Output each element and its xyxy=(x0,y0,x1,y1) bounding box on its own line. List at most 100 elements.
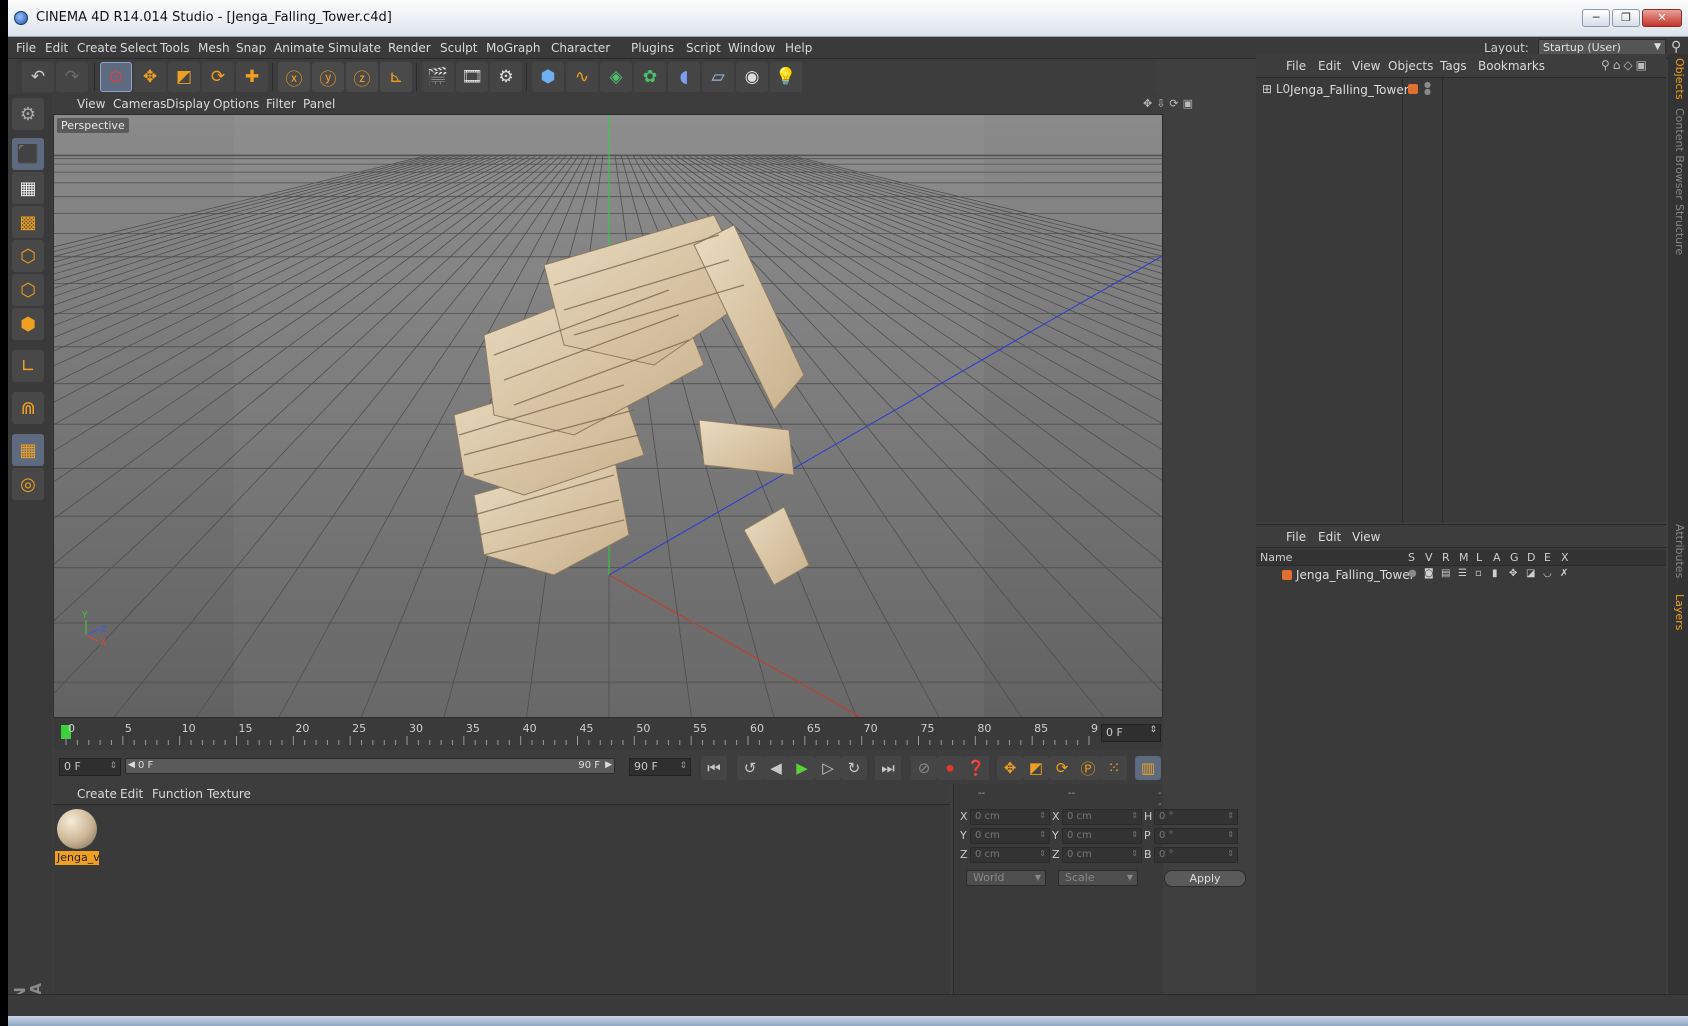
motion-record-icon[interactable]: ⊘ xyxy=(911,756,937,780)
apply-button[interactable]: Apply xyxy=(1164,870,1246,887)
minimize-button[interactable]: ─ xyxy=(1582,9,1610,27)
generators-toggle-icon[interactable]: ✥ xyxy=(1509,568,1517,579)
position-z-field[interactable]: 0 cm ⇕ xyxy=(970,847,1050,863)
go-to-end-icon[interactable]: ⏭ xyxy=(875,756,901,780)
search-icon[interactable]: ⚲ xyxy=(1671,39,1681,55)
restore-button[interactable]: ❐ xyxy=(1612,9,1640,27)
menu-script[interactable]: Script xyxy=(686,41,721,55)
viewport-menu-display[interactable]: Display xyxy=(166,97,210,111)
undo-icon[interactable]: ↶ xyxy=(22,62,54,92)
polygons-mode-icon[interactable]: ⬢ xyxy=(12,308,44,340)
size-y-field[interactable]: 0 cm ⇕ xyxy=(1062,828,1142,844)
render-view-icon[interactable]: 🎬 xyxy=(422,62,454,92)
rotation-p-field[interactable]: 0 ° ⇕ xyxy=(1154,828,1238,844)
menu-sculpt[interactable]: Sculpt xyxy=(440,41,477,55)
start-frame-field[interactable]: 0 F ⇕ xyxy=(59,758,121,776)
material-preview-sphere[interactable] xyxy=(57,809,97,849)
object-menu-bookmarks[interactable]: Bookmarks xyxy=(1478,59,1545,73)
material-manager-area[interactable]: Jenga_v xyxy=(53,804,950,994)
key-parameter-icon[interactable]: Ⓟ xyxy=(1075,756,1101,780)
menu-mograph[interactable]: MoGraph xyxy=(486,41,541,55)
viewport-camera-label[interactable]: Perspective xyxy=(57,118,129,133)
rotation-b-field[interactable]: 0 ° ⇕ xyxy=(1154,847,1238,863)
tab-attributes[interactable]: Attributes xyxy=(1670,524,1686,578)
menu-mesh[interactable]: Mesh xyxy=(198,41,230,55)
end-frame-field[interactable]: 90 F ⇕ xyxy=(629,758,691,776)
light-icon[interactable]: 💡 xyxy=(770,62,802,92)
next-frame-icon[interactable]: ▷ xyxy=(815,756,841,780)
rotate-icon[interactable]: ⟳ xyxy=(202,62,234,92)
tab-content-browser[interactable]: Content Browser xyxy=(1670,108,1686,200)
object-menu-tags[interactable]: Tags xyxy=(1440,59,1467,73)
viewport-menu-options[interactable]: Options xyxy=(213,97,259,111)
make-editable-icon[interactable]: ⚙ xyxy=(12,98,44,130)
object-menu-file[interactable]: File xyxy=(1286,59,1306,73)
object-manager-toolbar-icons[interactable]: ⚲⌂◇▣ xyxy=(1601,58,1650,72)
menu-animate[interactable]: Animate xyxy=(274,41,324,55)
size-x-field[interactable]: 0 cm ⇕ xyxy=(1062,809,1142,825)
floor-icon[interactable]: ▱ xyxy=(702,62,734,92)
key-position-icon[interactable]: ✥ xyxy=(997,756,1023,780)
snap-magnet-icon[interactable]: ⋒ xyxy=(12,392,44,424)
layer-manager-area[interactable]: Name S V R M L A G D E X Jenga_Falling_T… xyxy=(1256,548,1666,994)
material-menu-create[interactable]: Create xyxy=(77,787,117,801)
size-z-field[interactable]: 0 cm ⇕ xyxy=(1062,847,1142,863)
subdivision-surface-icon[interactable]: ◈ xyxy=(600,62,632,92)
viewport-navigation-icons[interactable]: ✥⇩⟳▣ xyxy=(1143,97,1197,110)
coordinate-space-select[interactable]: World ▼ xyxy=(966,870,1046,886)
position-y-field[interactable]: 0 cm ⇕ xyxy=(970,828,1050,844)
menu-simulate[interactable]: Simulate xyxy=(328,41,381,55)
previous-key-icon[interactable]: ↺ xyxy=(737,756,763,780)
points-mode-icon[interactable]: ⬡ xyxy=(12,240,44,272)
menu-character[interactable]: Character xyxy=(551,41,610,55)
live-selection-icon[interactable]: ⊙ xyxy=(100,62,132,92)
perspective-viewport[interactable]: Y Z X Perspective xyxy=(53,114,1163,718)
go-to-start-icon[interactable]: ⏮ xyxy=(701,756,727,780)
spline-pen-icon[interactable]: ∿ xyxy=(566,62,598,92)
null-object-icon[interactable]: ⊞ L0 xyxy=(1262,82,1290,96)
model-mode-icon[interactable]: ⬛ xyxy=(12,138,44,170)
coordinate-mode-select[interactable]: Scale ▼ xyxy=(1058,870,1138,886)
cube-icon[interactable]: ⬢ xyxy=(532,62,564,92)
x-axis-icon[interactable]: ⓧ xyxy=(278,62,310,92)
view-toggle-icon[interactable]: ◙ xyxy=(1424,568,1434,579)
render-toggle-icon[interactable]: ▤ xyxy=(1441,568,1450,579)
preview-range-slider[interactable]: ◀ 0 F 90 F ▶ xyxy=(125,758,615,774)
timeline-scheme-icon[interactable]: ▥ xyxy=(1135,756,1161,780)
layer-color-swatch[interactable] xyxy=(1282,570,1292,580)
timeline-ruler[interactable]: 0 5 10 15 20 25 30 35 40 45 50 55 60 65 70 75 80 85 90 0 F… xyxy=(53,718,1163,750)
layer-menu-edit[interactable]: Edit xyxy=(1318,530,1341,544)
menu-snap[interactable]: Snap xyxy=(236,41,266,55)
object-menu-edit[interactable]: Edit xyxy=(1318,59,1341,73)
autokey-icon[interactable]: ❓ xyxy=(963,756,989,780)
record-keys-icon[interactable]: ⏺ xyxy=(937,756,963,780)
array-icon[interactable]: ✿ xyxy=(634,62,666,92)
viewport-menu-view[interactable]: View xyxy=(77,97,105,111)
viewport-menu-cameras[interactable]: Cameras xyxy=(113,97,166,111)
object-menu-view[interactable]: View xyxy=(1352,59,1380,73)
menu-select[interactable]: Select xyxy=(120,41,157,55)
menu-create[interactable]: Create xyxy=(77,41,117,55)
coordinate-system-icon[interactable]: ⊾ xyxy=(380,62,412,92)
layer-menu-view[interactable]: View xyxy=(1352,530,1380,544)
menu-edit[interactable]: Edit xyxy=(45,41,68,55)
menu-plugins[interactable]: Plugins xyxy=(631,41,674,55)
move-icon[interactable]: ✥ xyxy=(134,62,166,92)
close-button[interactable]: ✕ xyxy=(1642,9,1682,27)
play-icon[interactable]: ▶ xyxy=(789,756,815,780)
soft-selection-icon[interactable]: ◎ xyxy=(12,468,44,500)
key-scale-icon[interactable]: ◩ xyxy=(1023,756,1049,780)
material-name-label[interactable]: Jenga_v xyxy=(55,851,99,865)
layer-row[interactable]: Jenga_Falling_Tower ● ◙ ▤ ☰ ▫ ▮ ✥ ◪ ◡ ✗ xyxy=(1256,566,1666,584)
deformer-icon[interactable]: ◖ xyxy=(668,62,700,92)
expressions-toggle-icon[interactable]: ◡ xyxy=(1543,568,1552,579)
material-menu-edit[interactable]: Edit xyxy=(120,787,143,801)
previous-frame-icon[interactable]: ◀ xyxy=(763,756,789,780)
workplane-lock-icon[interactable]: ▦ xyxy=(12,434,44,466)
layer-color-swatch[interactable] xyxy=(1408,84,1418,94)
material-menu-texture[interactable]: Texture xyxy=(207,787,251,801)
deformers-toggle-icon[interactable]: ◪ xyxy=(1526,568,1535,579)
axis-mode-icon[interactable]: ∟ xyxy=(12,350,44,382)
tab-structure[interactable]: Structure xyxy=(1670,204,1686,255)
viewport-menu-panel[interactable]: Panel xyxy=(303,97,335,111)
